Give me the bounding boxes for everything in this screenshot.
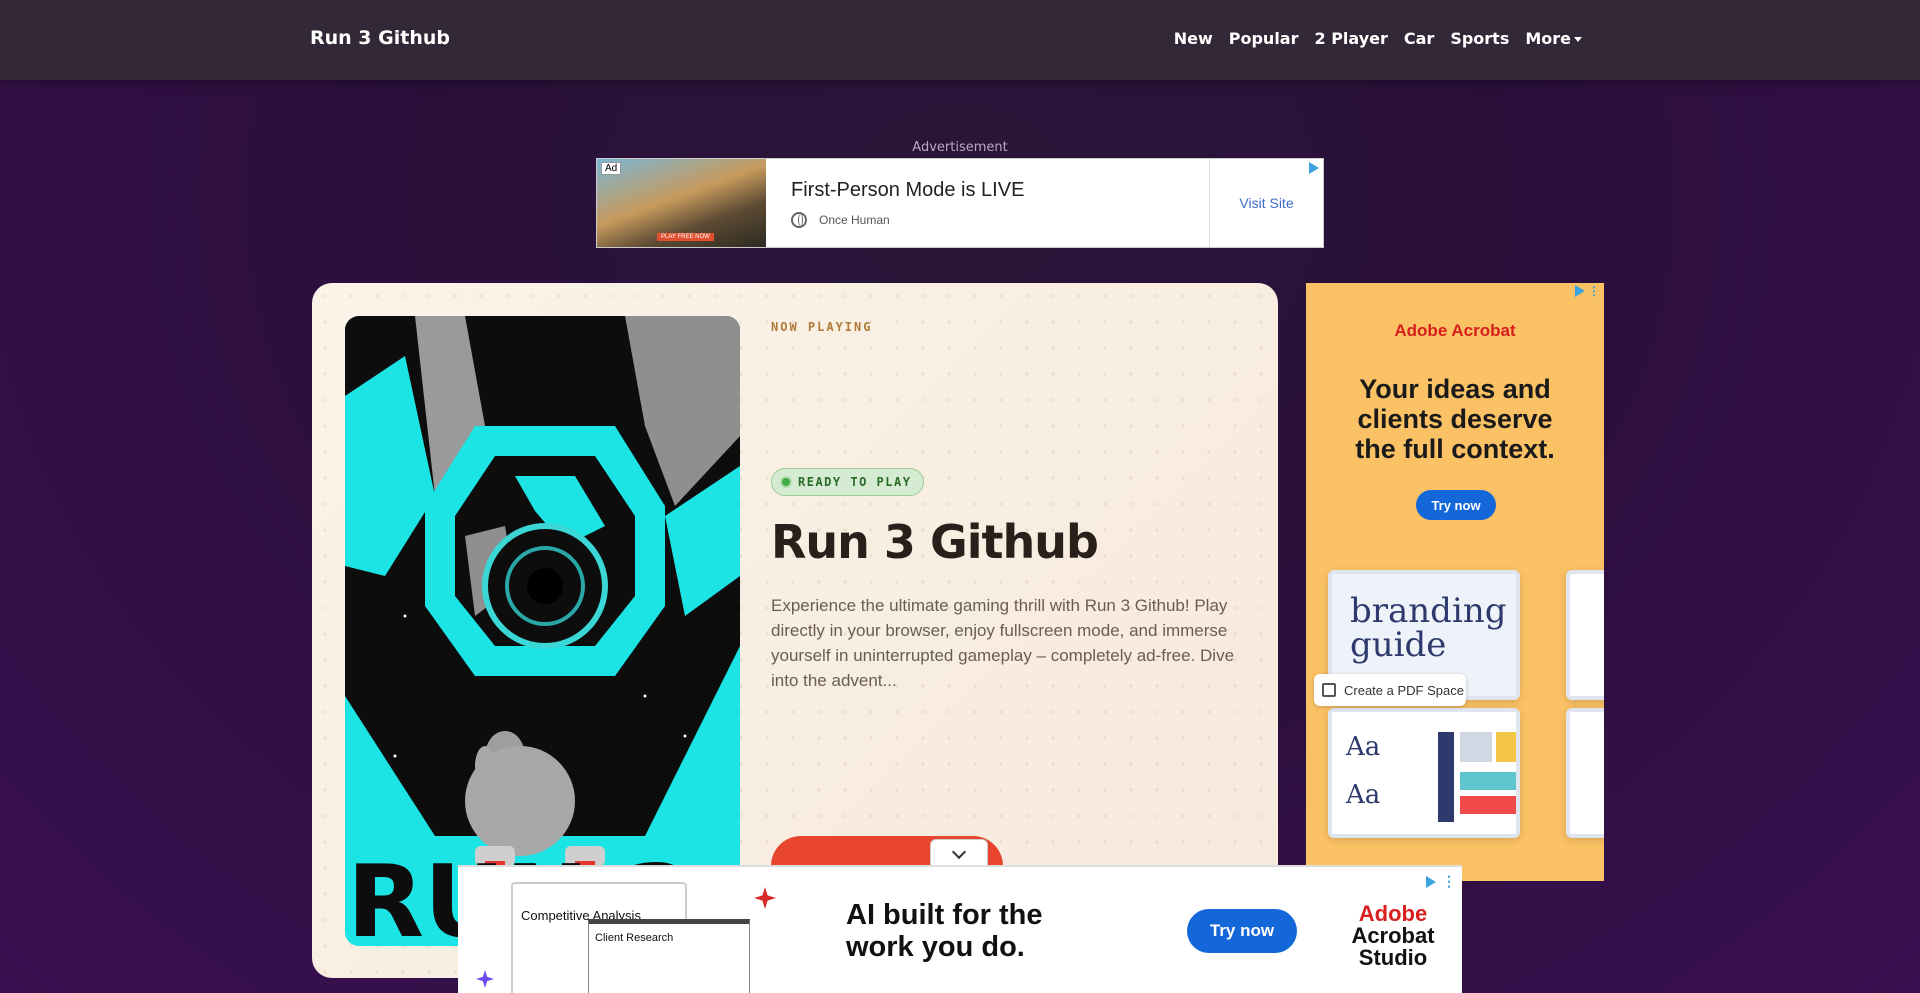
- run3-cover-art: RUN 3: [345, 316, 740, 946]
- nav-link-popular[interactable]: Popular: [1229, 29, 1299, 48]
- more-options-icon[interactable]: ⋮: [1442, 873, 1456, 890]
- ad-headline[interactable]: First-Person Mode is LIVE: [791, 179, 1184, 202]
- pdf-space-icon: [1322, 683, 1336, 697]
- status-text: READY TO PLAY: [798, 475, 912, 489]
- mock-document-card: [1566, 708, 1604, 838]
- top-banner-ad[interactable]: Ad PLAY FREE NOW First-Person Mode is LI…: [596, 158, 1324, 248]
- side-ad-headline-line: Your ideas and: [1359, 374, 1551, 404]
- ad-tag: Ad: [601, 162, 622, 175]
- navbar: Run 3 Github New Popular 2 Player Car Sp…: [0, 0, 1920, 80]
- bottom-ad-headline: AI built for the work you do.: [846, 899, 1043, 963]
- nav-link-sports[interactable]: Sports: [1450, 29, 1509, 48]
- nav-link-new[interactable]: New: [1174, 29, 1213, 48]
- side-ad-headline-line: the full context.: [1355, 434, 1555, 464]
- bottom-ad-headline-line: work you do.: [846, 931, 1025, 963]
- color-swatch: [1460, 732, 1492, 762]
- mock-title-line: guide: [1350, 625, 1447, 665]
- brand-logo-line: Studio: [1358, 945, 1428, 970]
- adobe-acrobat-studio-logo: Adobe Acrobat Studio: [1338, 903, 1448, 969]
- advertisement-label: Advertisement: [912, 140, 1008, 155]
- visit-site-button[interactable]: Visit Site: [1209, 159, 1323, 247]
- ad-text: First-Person Mode is LIVE Once Human: [766, 159, 1209, 247]
- adchoices-icon[interactable]: [1426, 875, 1436, 888]
- adchoices-icon[interactable]: [1309, 162, 1319, 174]
- color-swatch: [1496, 732, 1516, 762]
- adchoices[interactable]: ⋮: [1426, 873, 1456, 890]
- brand-logo-line: Adobe: [1358, 901, 1428, 926]
- collapse-ad-button[interactable]: [930, 839, 988, 867]
- ad-source: Once Human: [791, 212, 1184, 228]
- sparkle-icon: [754, 887, 776, 909]
- adchoices[interactable]: ⋮: [1575, 285, 1600, 297]
- mock-document-title: Client Research: [595, 932, 674, 944]
- brand-logo-line: Acrobat: [1351, 923, 1435, 948]
- now-playing-label: NOW PLAYING: [771, 320, 873, 334]
- bottom-ad-try-now-button[interactable]: Try now: [1187, 909, 1297, 953]
- color-swatch: [1460, 796, 1516, 814]
- create-pdf-space-chip: Create a PDF Space: [1314, 674, 1466, 706]
- branding-guide-text: branding guide: [1350, 594, 1507, 662]
- ad-image[interactable]: Ad PLAY FREE NOW: [597, 159, 766, 247]
- mock-document-card: [1566, 570, 1604, 700]
- pdf-chip-label: Create a PDF Space: [1344, 682, 1464, 698]
- mock-title-line: branding: [1350, 591, 1507, 631]
- sparkle-icon: [476, 970, 494, 988]
- typography-sample: Aa: [1346, 732, 1381, 762]
- status-badge: READY TO PLAY: [771, 468, 925, 496]
- chevron-down-icon: [951, 844, 967, 859]
- status-dot-icon: [782, 478, 790, 486]
- nav-link-car[interactable]: Car: [1404, 29, 1434, 48]
- adchoices-icon[interactable]: [1575, 285, 1585, 297]
- game-title: Run 3 Github: [771, 515, 1099, 569]
- mock-document-card: Client Research: [588, 919, 750, 993]
- side-ad-try-now-button[interactable]: Try now: [1416, 490, 1496, 520]
- more-label: More: [1525, 29, 1571, 48]
- more-options-icon[interactable]: ⋮: [1588, 285, 1600, 297]
- side-ad-headline: Your ideas and clients deserve the full …: [1306, 374, 1604, 464]
- ad-image-play-button[interactable]: PLAY FREE NOW: [657, 233, 714, 241]
- nav-links: New Popular 2 Player Car Sports More: [1174, 29, 1582, 48]
- nav-dropdown-more[interactable]: More: [1525, 29, 1582, 48]
- caret-down-icon: [1574, 37, 1582, 42]
- adobe-acrobat-logo: Adobe Acrobat: [1394, 321, 1516, 340]
- mock-typography-card: Aa Aa: [1328, 708, 1520, 838]
- side-ad-headline-line: clients deserve: [1357, 404, 1553, 434]
- bottom-ad-headline-line: AI built for the: [846, 899, 1043, 931]
- site-brand[interactable]: Run 3 Github: [310, 27, 450, 49]
- ad-source-name: Once Human: [819, 213, 890, 227]
- side-ad[interactable]: ⋮ Adobe Acrobat Your ideas and clients d…: [1306, 283, 1604, 881]
- game-cover-image[interactable]: RUN 3: [345, 316, 740, 946]
- typography-sample: Aa: [1346, 780, 1381, 810]
- globe-icon: [791, 212, 807, 228]
- bottom-sticky-ad[interactable]: Competitive Analysis Client Research AI …: [458, 865, 1462, 993]
- nav-link-2-player[interactable]: 2 Player: [1314, 29, 1387, 48]
- game-description: Experience the ultimate gaming thrill wi…: [771, 596, 1235, 690]
- color-swatch: [1438, 732, 1454, 822]
- color-swatch: [1460, 772, 1516, 790]
